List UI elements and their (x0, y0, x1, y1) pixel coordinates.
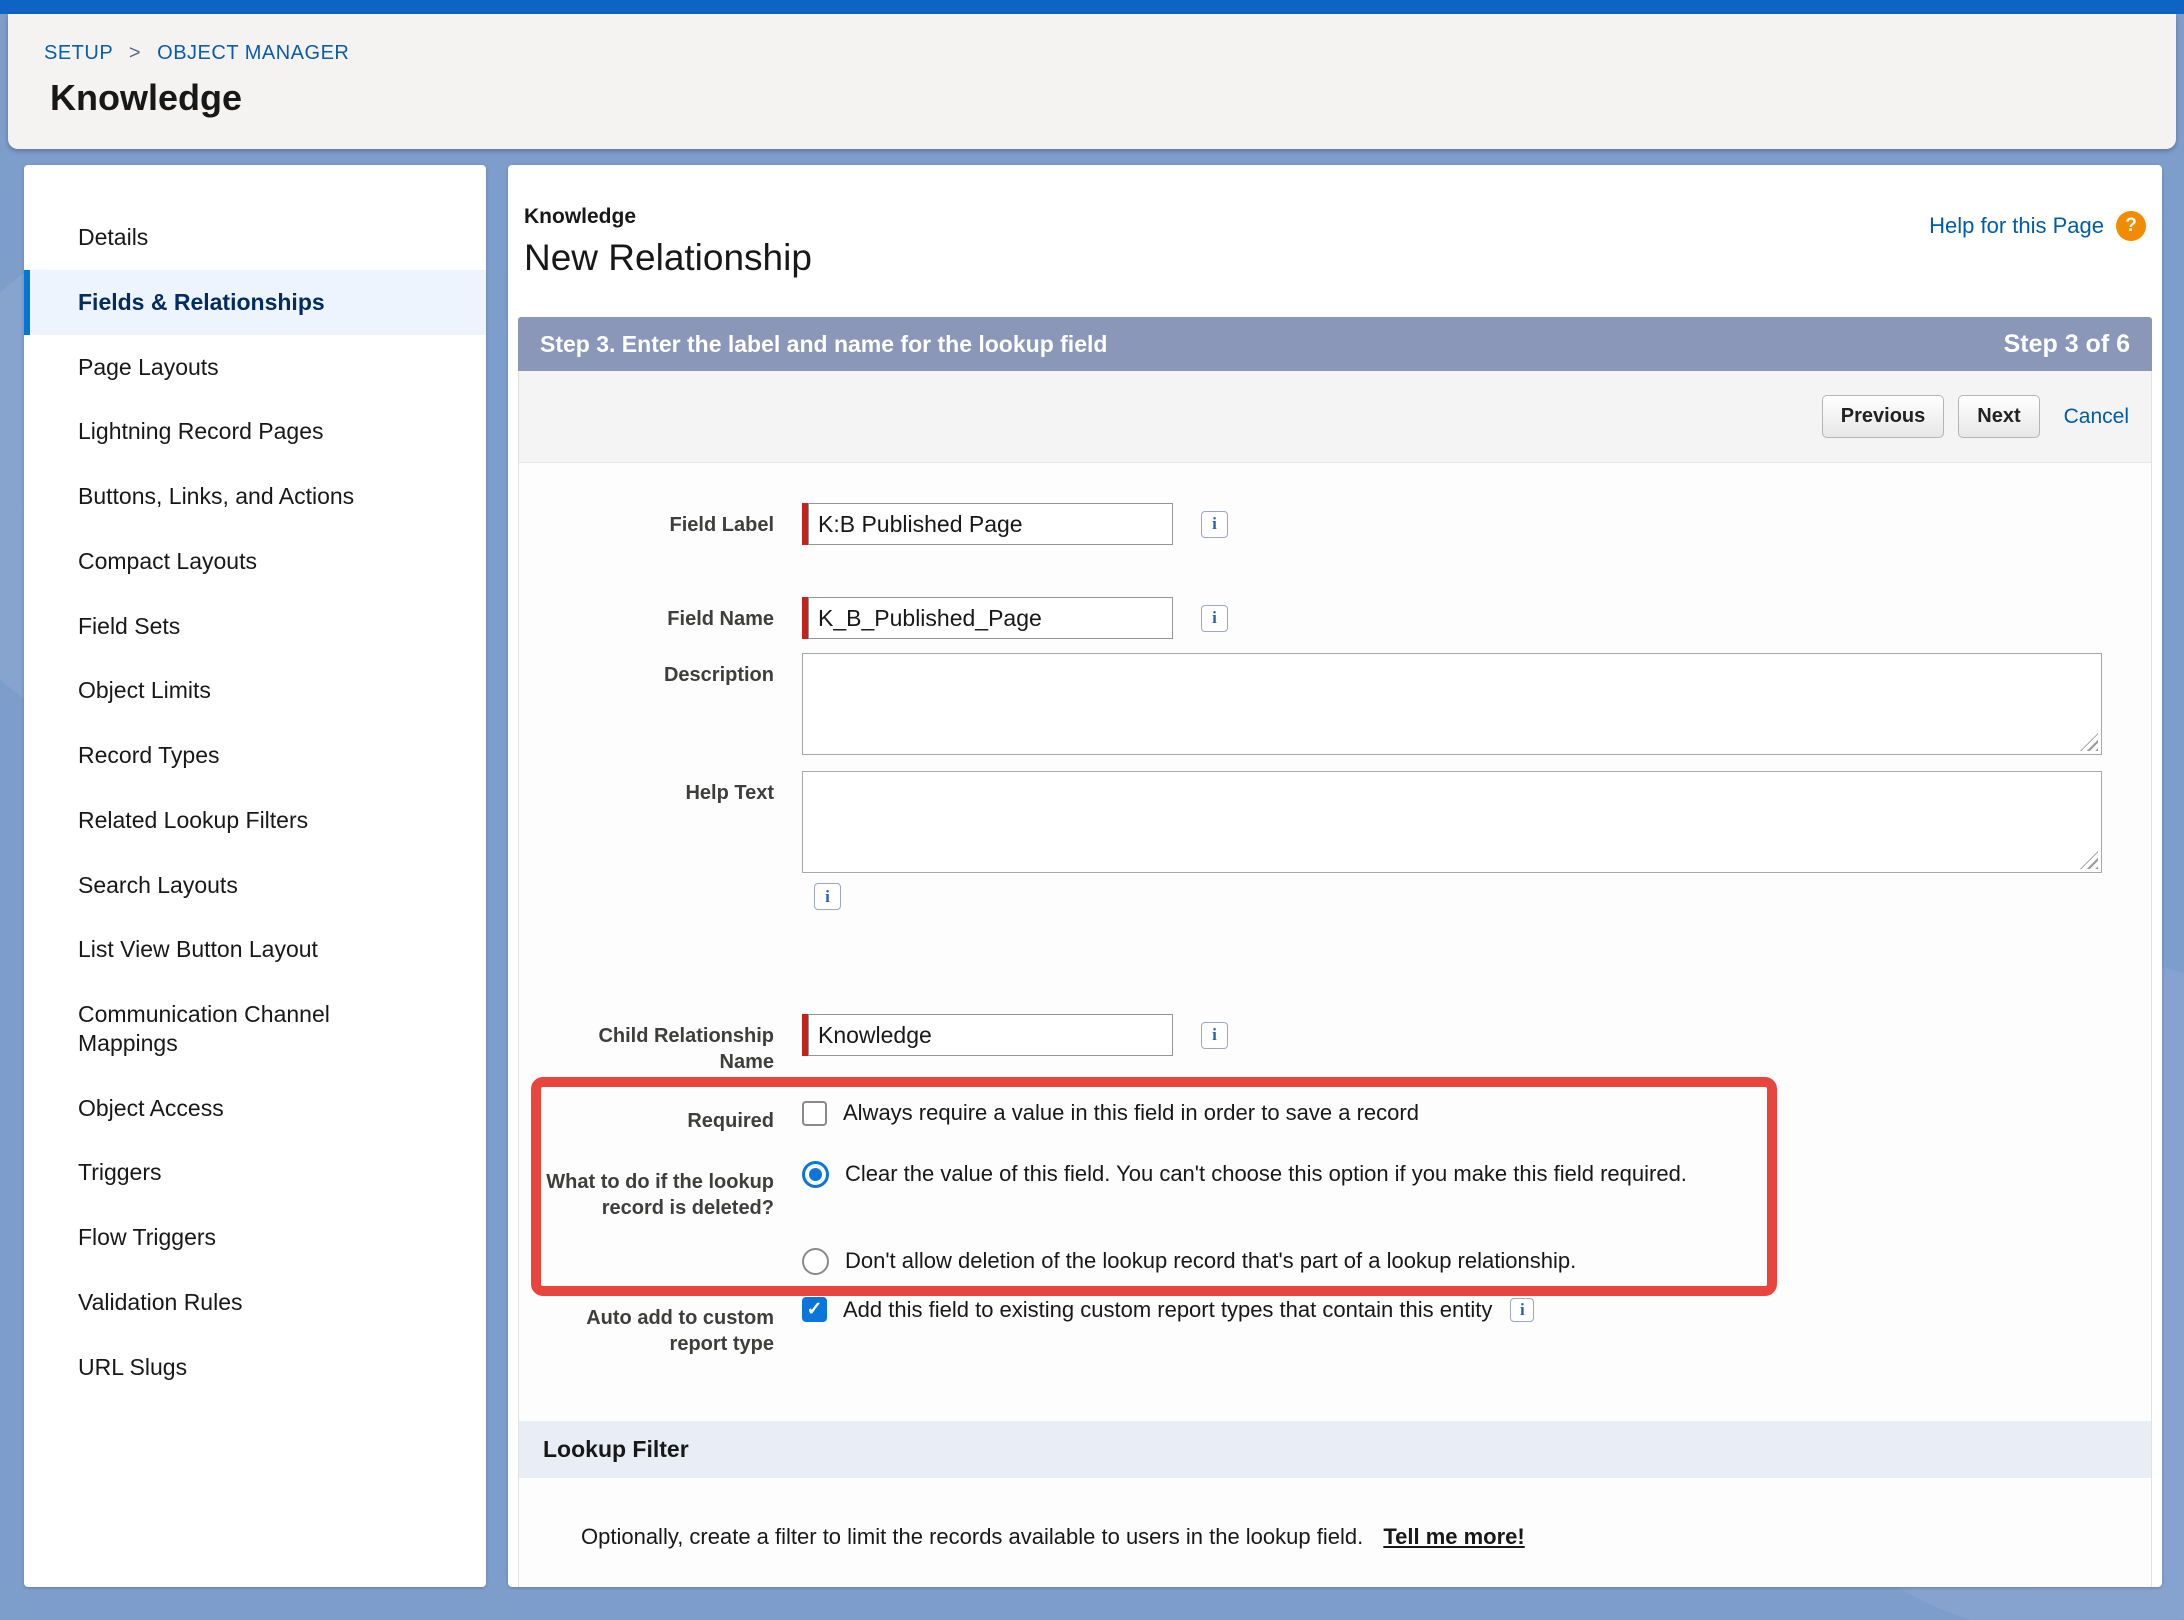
sidebar-item-flow-triggers[interactable]: Flow Triggers (24, 1205, 486, 1270)
field-label-label: Field Label (519, 503, 774, 538)
info-icon[interactable]: i (1510, 1298, 1534, 1322)
next-button-top[interactable]: Next (1958, 395, 2039, 438)
field-name-label: Field Name (519, 597, 774, 632)
sidebar-item-details[interactable]: Details (24, 205, 486, 270)
description-row: Description (519, 653, 2151, 755)
lookup-filter-section-header: Lookup Filter (519, 1421, 2151, 1478)
content-area: DetailsFields & RelationshipsPage Layout… (0, 149, 2184, 1587)
context-object-name: Knowledge (524, 205, 812, 229)
description-label: Description (519, 653, 774, 688)
cancel-link-top[interactable]: Cancel (2064, 405, 2129, 429)
step-title: Step 3. Enter the label and name for the… (540, 331, 1107, 358)
help-text-row: Help Text (519, 771, 2151, 873)
sidebar-item-communication-channel-mappings[interactable]: Communication Channel Mappings (24, 982, 486, 1076)
breadcrumb-setup[interactable]: SETUP (44, 42, 113, 64)
required-checkbox[interactable] (802, 1101, 827, 1126)
sidebar-item-fields-relationships[interactable]: Fields & Relationships (24, 270, 486, 335)
annotated-region: Required Always require a value in this … (519, 1093, 2151, 1282)
field-name-row: Field Name i (519, 597, 2151, 639)
object-title: Knowledge (50, 77, 2140, 119)
help-text-label: Help Text (519, 771, 774, 806)
help-for-this-page-link[interactable]: Help for this Page (1929, 213, 2104, 239)
required-row: Required Always require a value in this … (519, 1099, 2151, 1134)
lookup-field-form: Field Label i Field Name i (519, 463, 2151, 1387)
auto-add-option-text: Add this field to existing custom report… (843, 1296, 1492, 1325)
deletion-option-text: Clear the value of this field. You can't… (845, 1160, 1687, 1189)
sidebar-item-lightning-record-pages[interactable]: Lightning Record Pages (24, 399, 486, 464)
auto-add-checkbox[interactable] (802, 1297, 827, 1322)
previous-button-top[interactable]: Previous (1822, 395, 1944, 438)
info-icon[interactable]: i (1201, 511, 1228, 538)
sidebar-item-record-types[interactable]: Record Types (24, 723, 486, 788)
required-option-text: Always require a value in this field in … (843, 1099, 1419, 1128)
breadcrumb-object-manager[interactable]: OBJECT MANAGER (157, 42, 349, 64)
sidebar: DetailsFields & RelationshipsPage Layout… (24, 165, 486, 1587)
main-card: Knowledge New Relationship Help for this… (508, 165, 2162, 1587)
sidebar-item-buttons-links-and-actions[interactable]: Buttons, Links, and Actions (24, 464, 486, 529)
field-label-row: Field Label i (519, 503, 2151, 545)
info-icon[interactable]: i (1201, 605, 1228, 632)
auto-add-row: Auto add to custom report type Add this … (519, 1296, 2151, 1357)
step-count: Step 3 of 6 (2004, 330, 2130, 359)
top-button-row: Previous Next Cancel (519, 371, 2151, 463)
sidebar-item-list-view-button-layout[interactable]: List View Button Layout (24, 917, 486, 982)
top-blue-strip (0, 0, 2184, 14)
sidebar-item-compact-layouts[interactable]: Compact Layouts (24, 529, 486, 594)
deletion-label-spacer (519, 1247, 774, 1256)
sidebar-item-page-layouts[interactable]: Page Layouts (24, 335, 486, 400)
child-relationship-label: Child Relationship Name (519, 1014, 774, 1075)
breadcrumb-separator: > (129, 42, 141, 64)
deletion-option-row-dont-allow: Don't allow deletion of the lookup recor… (519, 1247, 2151, 1276)
deletion-option-text: Don't allow deletion of the lookup recor… (845, 1247, 1576, 1276)
field-name-input[interactable] (808, 597, 1173, 639)
required-label: Required (519, 1099, 774, 1134)
breadcrumb: SETUP > OBJECT MANAGER (44, 42, 2140, 65)
help-text-info-row: i (814, 883, 2151, 910)
deletion-label: What to do if the lookup record is delet… (519, 1160, 774, 1221)
setup-header: SETUP > OBJECT MANAGER Knowledge (8, 14, 2176, 149)
lookup-filter-body: Optionally, create a filter to limit the… (519, 1478, 2151, 1587)
sidebar-item-search-layouts[interactable]: Search Layouts (24, 853, 486, 918)
wizard-body: Previous Next Cancel Field Label i Field… (518, 371, 2152, 1587)
sidebar-item-triggers[interactable]: Triggers (24, 1140, 486, 1205)
deletion-option-row-clear: What to do if the lookup record is delet… (519, 1160, 2151, 1221)
lookup-filter-description: Optionally, create a filter to limit the… (581, 1524, 1363, 1549)
sidebar-item-validation-rules[interactable]: Validation Rules (24, 1270, 486, 1335)
main-header: Knowledge New Relationship Help for this… (518, 205, 2152, 279)
sidebar-item-field-sets[interactable]: Field Sets (24, 594, 486, 659)
sidebar-item-object-limits[interactable]: Object Limits (24, 658, 486, 723)
description-textarea[interactable] (802, 653, 2102, 755)
info-icon[interactable]: i (1201, 1022, 1228, 1049)
tell-me-more-link[interactable]: Tell me more! (1383, 1524, 1524, 1549)
deletion-radio-dont-allow[interactable] (802, 1248, 829, 1275)
sidebar-list: DetailsFields & RelationshipsPage Layout… (24, 165, 486, 1399)
page-title: New Relationship (524, 237, 812, 279)
field-label-input[interactable] (808, 503, 1173, 545)
deletion-radio-clear-value[interactable] (802, 1161, 829, 1188)
info-icon[interactable]: i (814, 883, 841, 910)
child-relationship-row: Child Relationship Name i (519, 1014, 2151, 1075)
step-header-bar: Step 3. Enter the label and name for the… (518, 317, 2152, 371)
sidebar-item-object-access[interactable]: Object Access (24, 1076, 486, 1141)
help-icon[interactable]: ? (2116, 211, 2146, 241)
auto-add-label: Auto add to custom report type (519, 1296, 774, 1357)
sidebar-item-url-slugs[interactable]: URL Slugs (24, 1335, 486, 1400)
sidebar-item-related-lookup-filters[interactable]: Related Lookup Filters (24, 788, 486, 853)
child-relationship-name-input[interactable] (808, 1014, 1173, 1056)
help-text-textarea[interactable] (802, 771, 2102, 873)
